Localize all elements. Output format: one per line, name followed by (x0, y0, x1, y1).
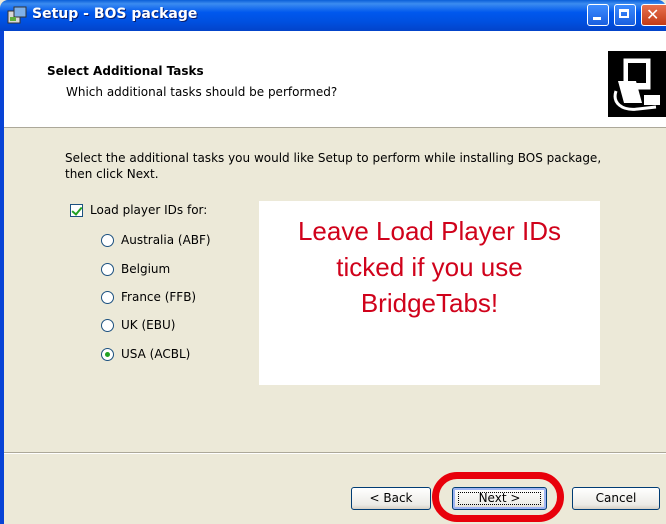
back-button[interactable]: < Back (351, 487, 431, 510)
wizard-header: Select Additional Tasks Which additional… (4, 31, 666, 128)
load-player-ids-option[interactable]: Load player IDs for: (70, 203, 207, 217)
annotation-line: Leave Load Player IDs (297, 216, 562, 246)
radio-label: USA (ACBL) (121, 347, 191, 361)
title-bar[interactable]: Setup - BOS package (0, 0, 666, 31)
radio-option-belgium[interactable]: Belgium (101, 262, 170, 276)
radio-label: UK (EBU) (121, 318, 176, 332)
setup-logo-icon (608, 51, 666, 117)
radio-usa[interactable] (101, 347, 114, 361)
radio-label: Australia (ABF) (121, 233, 211, 247)
radio-label: France (FFB) (121, 290, 197, 304)
next-button[interactable]: Next > (452, 487, 547, 510)
radio-option-usa[interactable]: USA (ACBL) (101, 347, 190, 361)
task-description: Select the additional tasks you would li… (65, 151, 602, 181)
page-subtitle: Which additional tasks should be perform… (66, 85, 338, 99)
radio-option-uk[interactable]: UK (EBU) (101, 318, 175, 332)
radio-france[interactable] (101, 290, 114, 304)
radio-label: Belgium (121, 262, 171, 276)
annotation-note: Leave Load Player IDs ticked if you use … (259, 201, 600, 385)
radio-australia[interactable] (101, 233, 114, 247)
maximize-button[interactable] (614, 4, 636, 26)
window-title: Setup - BOS package (32, 6, 198, 22)
radio-belgium[interactable] (101, 262, 114, 276)
load-player-ids-checkbox[interactable] (70, 203, 83, 217)
radio-uk[interactable] (101, 318, 114, 332)
minimize-button[interactable] (587, 4, 609, 26)
page-title: Select Additional Tasks (47, 64, 204, 78)
radio-option-france[interactable]: France (FFB) (101, 290, 196, 304)
close-button[interactable] (641, 4, 666, 26)
load-player-ids-label: Load player IDs for: (90, 203, 208, 217)
footer-divider (4, 452, 666, 454)
setup-app-icon (7, 6, 27, 24)
annotation-line: BridgeTabs! (360, 288, 499, 318)
focus-rectangle (458, 492, 541, 505)
cancel-button[interactable]: Cancel (572, 487, 660, 510)
annotation-line: ticked if you use (336, 252, 523, 282)
radio-option-australia[interactable]: Australia (ABF) (101, 233, 211, 247)
